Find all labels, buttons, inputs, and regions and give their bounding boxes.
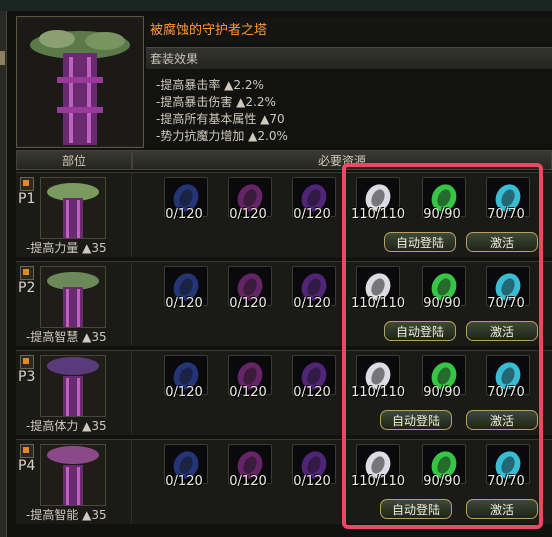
header-resources: 必要资源 [132,150,552,170]
part-row: P2 -提高智慧 ▲35 0/120 0/120 0/120 110/110 90/90 70… [16,261,552,346]
resource-count: 110/110 [350,474,405,489]
resource-count: 90/90 [423,385,461,400]
part-label: P2 [18,280,36,296]
resource-count: 0/120 [229,207,267,222]
part-bonus: -提高智慧 ▲35 [26,330,107,344]
set-effect-label: 套装效果 [146,47,552,69]
resource-count: 70/70 [487,474,525,489]
auto-register-button[interactable]: 自动登陆 [384,321,456,341]
effect-crit-rate: -提高暴击率 ▲2.2% [156,78,264,92]
resource-count: 0/120 [165,207,203,222]
auto-register-button[interactable]: 自动登陆 [380,410,452,430]
activate-button[interactable]: 激活 [466,232,538,252]
auto-register-button[interactable]: 自动登陆 [384,232,456,252]
resource-count: 0/120 [293,385,331,400]
resource-count: 0/120 [165,385,203,400]
part-row: P4 -提高智能 ▲35 0/120 0/120 0/120 110/110 90/90 70… [16,439,552,524]
effect-crit-damage: -提高暴击伤害 ▲2.2% [156,95,276,109]
resource-count: 0/120 [165,474,203,489]
part-thumbnail [40,444,106,506]
row-divider [131,173,132,257]
tower-part-icon [47,183,99,238]
tower-image [16,16,144,148]
resource-count: 0/120 [293,474,331,489]
resource-count: 0/120 [229,296,267,311]
part-bonus: -提高智能 ▲35 [26,508,107,522]
auto-register-button[interactable]: 自动登陆 [380,499,452,519]
resource-count: 110/110 [350,385,405,400]
resource-count: 110/110 [350,207,405,222]
effect-resistance: -势力抗魔力增加 ▲2.0% [156,129,288,143]
checkbox-mark [23,180,29,186]
activate-button[interactable]: 激活 [466,410,538,430]
resource-count: 0/120 [293,296,331,311]
part-checkbox[interactable] [20,355,34,369]
part-row: P1 -提高力量 ▲35 0/120 0/120 0/120 110/110 90/90 70… [16,172,552,257]
part-bonus: -提高体力 ▲35 [26,419,107,433]
part-label: P3 [18,369,36,385]
resource-count: 90/90 [423,207,461,222]
checkbox-mark [23,269,29,275]
resource-count: 90/90 [423,474,461,489]
resource-count: 0/120 [165,296,203,311]
part-label: P4 [18,458,36,474]
tower-part-icon [47,272,99,327]
part-row: P3 -提高体力 ▲35 0/120 0/120 0/120 110/110 90/90 70… [16,350,552,435]
resource-count: 0/120 [293,207,331,222]
part-checkbox[interactable] [20,266,34,280]
tower-part-icon [47,357,99,416]
set-effects-list: -提高暴击率 ▲2.2% -提高暴击伤害 ▲2.2% -提高所有基本属性 ▲70… [146,70,552,144]
part-thumbnail [40,355,106,417]
header-part: 部位 [16,150,132,170]
resource-count: 110/110 [350,296,405,311]
part-checkbox[interactable] [20,177,34,191]
resource-count: 0/120 [229,474,267,489]
checkbox-mark [23,358,29,364]
checkbox-mark [23,447,29,453]
effect-all-stats: -提高所有基本属性 ▲70 [156,112,285,126]
resource-count: 90/90 [423,296,461,311]
tower-part-icon [47,446,99,505]
row-divider [131,440,132,524]
part-label: P1 [18,191,36,207]
tower-icon [30,30,130,145]
activate-button[interactable]: 激活 [466,321,538,341]
part-thumbnail [40,266,106,328]
row-divider [131,351,132,435]
row-divider [131,262,132,346]
resource-count: 0/120 [229,385,267,400]
part-checkbox[interactable] [20,444,34,458]
part-thumbnail [40,177,106,239]
activate-button[interactable]: 激活 [466,499,538,519]
set-name: 被腐蚀的守护者之塔 [146,18,552,43]
resource-count: 70/70 [487,296,525,311]
part-bonus: -提高力量 ▲35 [26,241,107,255]
resource-count: 70/70 [487,207,525,222]
resource-count: 70/70 [487,385,525,400]
scroll-thumb[interactable] [0,51,5,65]
